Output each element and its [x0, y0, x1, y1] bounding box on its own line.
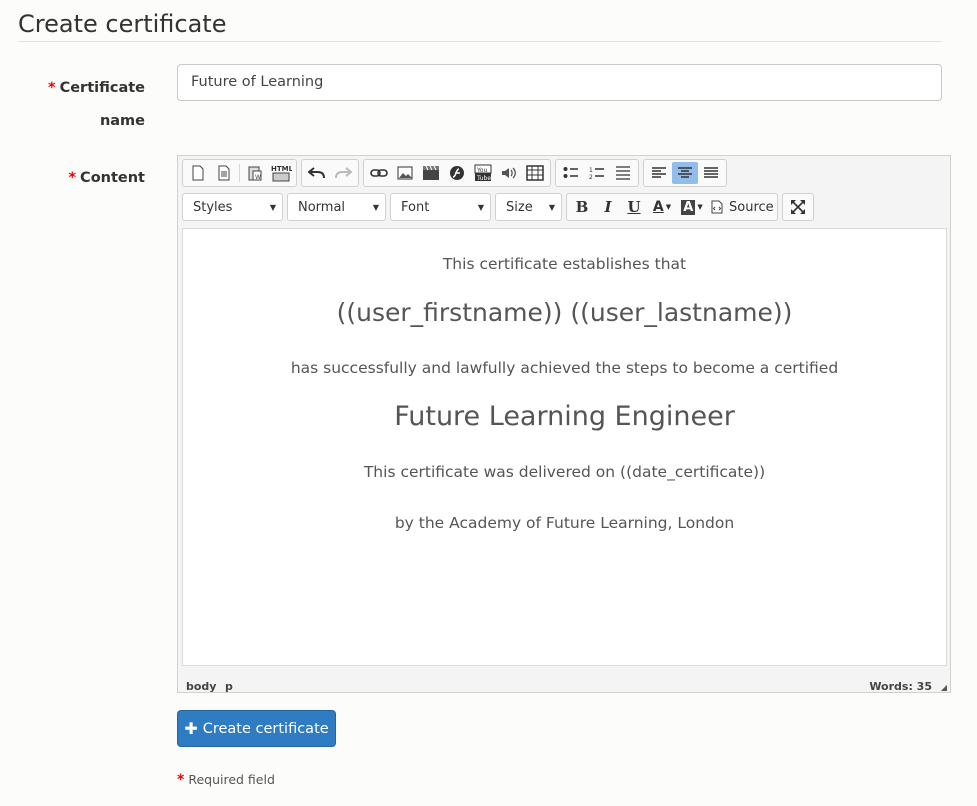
source-button[interactable]: Source: [707, 196, 775, 218]
certificate-name-input[interactable]: Future of Learning: [177, 64, 942, 101]
redo-icon[interactable]: [330, 162, 356, 184]
toolbar-group-lists: 12: [555, 159, 639, 187]
flash-icon[interactable]: [444, 162, 470, 184]
required-asterisk: *: [177, 772, 185, 788]
table-icon[interactable]: [522, 162, 548, 184]
numbered-list-icon[interactable]: 12: [584, 162, 610, 184]
paste-word-icon[interactable]: W: [242, 162, 268, 184]
content-line-title: Future Learning Engineer: [394, 401, 735, 432]
svg-text:You: You: [476, 167, 488, 174]
text-color-button[interactable]: A ▼: [647, 196, 677, 218]
chevron-down-icon: ▼: [269, 202, 276, 212]
blockquote-icon[interactable]: [610, 162, 636, 184]
source-icon: [711, 200, 723, 214]
svg-text:1: 1: [589, 167, 593, 174]
svg-text:Tube: Tube: [476, 175, 491, 182]
chevron-down-icon: ▼: [372, 202, 379, 212]
rich-text-editor: W HTML You Tube 1 2 Styles ▼ Normal ▼ Fo…: [177, 155, 951, 693]
plus-icon: ✚: [184, 719, 198, 738]
toolbar-row-2: Styles ▼ Normal ▼ Font ▼ Size ▼ B I U A ▼ A ▼ …: [182, 193, 818, 221]
video-icon[interactable]: [418, 162, 444, 184]
required-asterisk: *: [47, 80, 56, 96]
link-icon[interactable]: [366, 162, 392, 184]
toolbar-group-basicstyles: B I U A ▼ A ▼ Source: [566, 193, 778, 221]
new-page-icon[interactable]: [185, 162, 211, 184]
svg-text:W: W: [255, 174, 261, 181]
elements-path-p[interactable]: p: [225, 680, 233, 693]
undo-icon[interactable]: [304, 162, 330, 184]
text-color-icon: A: [652, 199, 664, 215]
chevron-down-icon: ▼: [477, 202, 484, 212]
styles-dropdown[interactable]: Styles ▼: [182, 193, 283, 221]
content-line-user-name: ((user_firstname)) ((user_lastname)): [336, 298, 793, 327]
svg-text:2: 2: [589, 174, 593, 180]
youtube-icon[interactable]: You Tube: [470, 162, 496, 184]
chevron-down-icon: ▼: [548, 202, 555, 212]
page-title: Create certificate: [18, 10, 227, 38]
content-line-date: This certificate was delivered on ((date…: [363, 463, 766, 481]
word-count: Words: 35: [869, 680, 932, 693]
justify-icon[interactable]: [698, 162, 724, 184]
background-color-icon: A: [681, 199, 696, 215]
title-divider: [18, 41, 942, 42]
svg-text:HTML: HTML: [271, 165, 292, 173]
italic-button[interactable]: I: [595, 196, 621, 218]
resize-handle-icon[interactable]: ◢: [941, 683, 947, 692]
toolbar-row-1: W HTML You Tube 1 2: [182, 159, 731, 187]
html-template-icon[interactable]: HTML: [268, 162, 294, 184]
toolbar-separator: [239, 164, 240, 182]
toolbar-group-tools: [782, 193, 814, 221]
toolbar-group-document: W HTML: [182, 159, 297, 187]
content-line-issuer: by the Academy of Future Learning, Londo…: [394, 514, 735, 532]
chevron-down-icon: ▼: [697, 203, 703, 211]
toolbar-group-insert: You Tube: [363, 159, 551, 187]
chevron-down-icon: ▼: [665, 203, 672, 211]
editor-content-area[interactable]: This certificate establishes that ((user…: [182, 228, 947, 666]
toolbar-group-history: [301, 159, 359, 187]
required-asterisk: *: [68, 170, 77, 186]
bold-button[interactable]: B: [569, 196, 595, 218]
underline-button[interactable]: U: [621, 196, 647, 218]
preview-icon[interactable]: [211, 162, 237, 184]
elements-path-body[interactable]: body: [186, 680, 216, 693]
content-line-achievement: has successfully and lawfully achieved t…: [290, 359, 839, 377]
audio-icon[interactable]: [496, 162, 522, 184]
editor-status-bar: body p Words: 35 ◢: [178, 666, 950, 693]
background-color-button[interactable]: A ▼: [677, 196, 707, 218]
create-certificate-button[interactable]: ✚ Create certificate: [177, 710, 336, 747]
toolbar-group-align: [643, 159, 727, 187]
maximize-icon[interactable]: [785, 196, 811, 218]
size-dropdown[interactable]: Size ▼: [495, 193, 562, 221]
bulleted-list-icon[interactable]: [558, 162, 584, 184]
align-left-icon[interactable]: [646, 162, 672, 184]
certificate-name-label: * Certificate name: [47, 80, 145, 129]
image-icon[interactable]: [392, 162, 418, 184]
font-dropdown[interactable]: Font ▼: [390, 193, 491, 221]
required-field-note: * Required field: [177, 772, 275, 788]
content-line-intro: This certificate establishes that: [442, 255, 687, 273]
align-center-icon[interactable]: [672, 162, 698, 184]
content-label: * Content: [68, 170, 145, 186]
format-dropdown[interactable]: Normal ▼: [287, 193, 386, 221]
